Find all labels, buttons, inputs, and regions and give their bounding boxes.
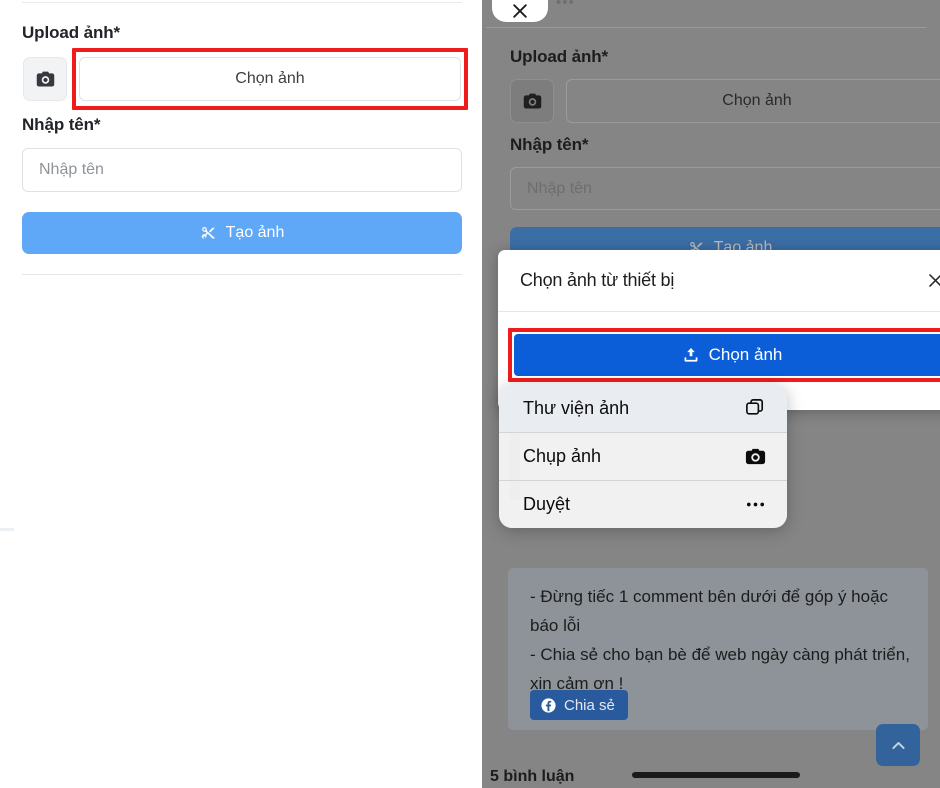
rp-choose-image-label: Chọn ảnh [722, 92, 792, 109]
home-indicator [632, 772, 800, 778]
action-sheet-label: Duyệt [523, 494, 571, 514]
modal-upload-button[interactable]: Chọn ảnh [514, 334, 940, 376]
modal-header: Chọn ảnh từ thiết bị [498, 250, 940, 312]
screenshot-root: Upload ảnh* Chọn ảnh Nhập tên* Nhập tên … [0, 0, 940, 788]
rp-camera-button[interactable] [510, 79, 554, 123]
enter-name-label: Nhập tên* [22, 115, 101, 134]
rp-choose-image-field[interactable]: Chọn ảnh [566, 79, 940, 123]
edge-artifact [0, 528, 14, 531]
top-divider [22, 2, 462, 3]
upload-icon [682, 346, 700, 364]
scroll-to-top-button[interactable] [876, 724, 920, 766]
choose-image-field[interactable]: Chọn ảnh [79, 57, 461, 101]
action-sheet-item-photo-library[interactable]: Thư viện ảnh [499, 384, 787, 432]
camera-icon [744, 445, 767, 468]
camera-button[interactable] [23, 57, 67, 101]
ios-action-sheet: Thư viện ảnh Chụp ảnh Duyệt [499, 384, 787, 528]
name-input[interactable]: Nhập tên [22, 148, 462, 192]
scissors-icon [200, 225, 217, 242]
right-panel-mobile-view: ••• Upload ảnh* Chọn ảnh Nhập tên* Nhập … [472, 0, 940, 788]
comments-count-label: 5 bình luận [490, 768, 575, 785]
left-gutter [472, 0, 482, 788]
camera-icon [35, 69, 56, 90]
action-sheet-label: Chụp ảnh [523, 446, 602, 466]
action-sheet-item-browse[interactable]: Duyệt [499, 480, 787, 528]
modal-upload-label: Chọn ảnh [708, 345, 783, 364]
create-image-button[interactable]: Tạo ảnh [22, 212, 462, 254]
chevron-up-icon [889, 736, 908, 755]
photo-library-icon [744, 397, 767, 420]
facebook-icon [540, 697, 557, 714]
facebook-share-button[interactable]: Chia sẻ [530, 690, 628, 720]
overflow-dots-icon[interactable]: ••• [556, 0, 575, 11]
name-input-placeholder: Nhập tên [39, 161, 104, 178]
rp-name-input[interactable]: Nhập tên [510, 167, 940, 210]
close-pill-button[interactable] [492, 0, 548, 22]
action-sheet-label: Thư viện ảnh [523, 397, 630, 418]
rp-name-input-placeholder: Nhập tên [527, 179, 592, 197]
rp-upload-image-label: Upload ảnh* [510, 47, 609, 66]
action-sheet-item-take-photo[interactable]: Chụp ảnh [499, 432, 787, 480]
create-image-label: Tạo ảnh [225, 224, 285, 241]
choose-image-label: Chọn ảnh [235, 70, 305, 87]
rp-enter-name-label: Nhập tên* [510, 135, 589, 154]
section-divider [22, 274, 462, 275]
close-x-icon [926, 271, 940, 290]
note-line-1: - Đừng tiếc 1 comment bên dưới để góp ý … [530, 587, 889, 635]
camera-icon [522, 91, 543, 112]
rp-top-divider [486, 27, 926, 28]
modal-close-button[interactable] [922, 268, 940, 294]
info-note-card: - Đừng tiếc 1 comment bên dưới để góp ý … [508, 568, 928, 730]
left-panel-form: Upload ảnh* Chọn ảnh Nhập tên* Nhập tên … [0, 0, 472, 788]
close-x-icon [510, 1, 530, 22]
ellipsis-icon [744, 493, 767, 516]
facebook-share-label: Chia sẻ [564, 696, 615, 714]
note-text-block: - Đừng tiếc 1 comment bên dưới để góp ý … [530, 582, 916, 698]
modal-title: Chọn ảnh từ thiết bị [520, 270, 675, 290]
upload-image-label: Upload ảnh* [22, 23, 121, 42]
